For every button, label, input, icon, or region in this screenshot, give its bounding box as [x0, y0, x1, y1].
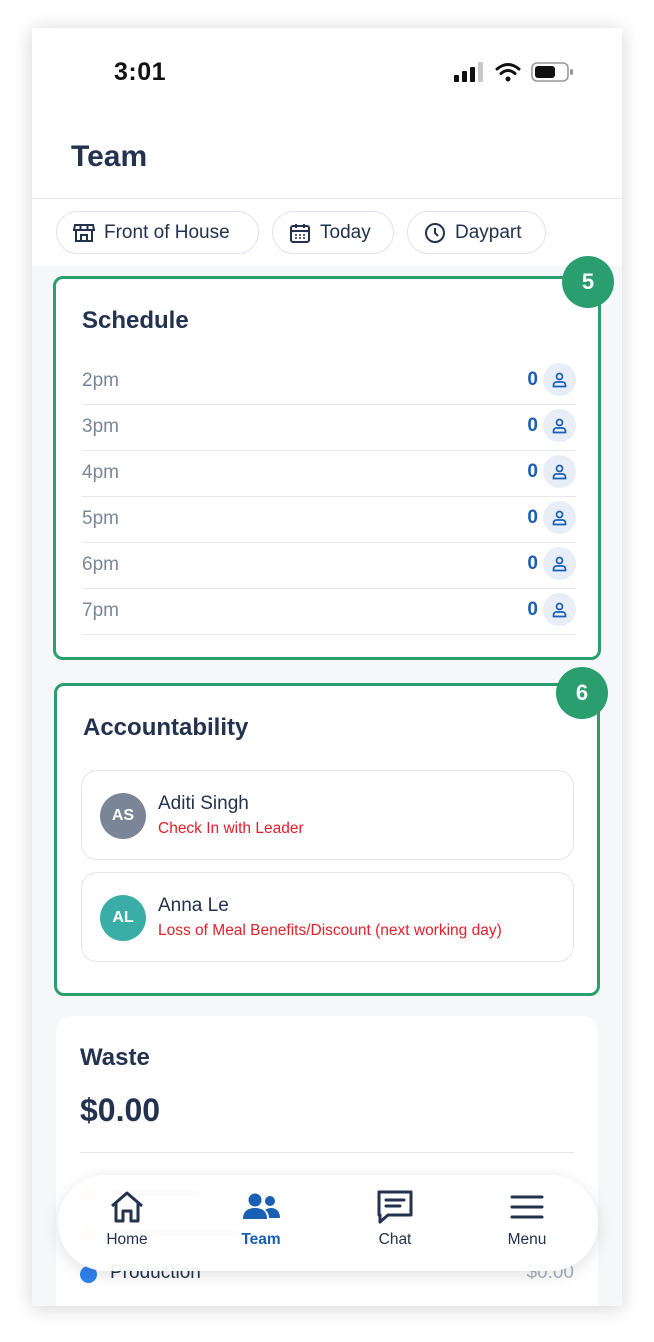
- nav-menu[interactable]: Menu: [472, 1189, 582, 1261]
- nav-chat-label: Chat: [378, 1231, 412, 1248]
- phone-screen: 3:01 Team Front of House Today Daypart S…: [32, 28, 622, 1306]
- chat-icon: [377, 1190, 413, 1224]
- waste-title: Waste: [80, 1044, 150, 1071]
- avatar: AL: [100, 895, 146, 941]
- wifi-icon: [495, 63, 521, 82]
- store-icon: [73, 223, 95, 242]
- battery-icon: [531, 62, 573, 82]
- staff-button[interactable]: [543, 409, 576, 442]
- employee-name: Aditi Singh: [158, 793, 249, 814]
- schedule-time: 4pm: [82, 462, 119, 483]
- nav-menu-label: Menu: [507, 1231, 547, 1248]
- date-filter-chip[interactable]: Today: [272, 211, 394, 254]
- team-icon: [243, 1193, 280, 1219]
- schedule-time: 6pm: [82, 554, 119, 575]
- schedule-row: 3pm 0: [82, 405, 576, 451]
- daypart-filter-chip[interactable]: Daypart: [407, 211, 546, 254]
- step-badge-6: 6: [556, 667, 608, 719]
- nav-home-label: Home: [106, 1231, 148, 1248]
- schedule-row: 5pm 0: [82, 497, 576, 543]
- schedule-row: 2pm 0: [82, 359, 576, 405]
- accountability-card: Accountability AS Aditi Singh Check In w…: [54, 683, 600, 996]
- staff-button[interactable]: [543, 547, 576, 580]
- staff-button[interactable]: [543, 501, 576, 534]
- nav-home[interactable]: Home: [72, 1189, 182, 1261]
- schedule-time: 7pm: [82, 600, 119, 621]
- staff-button[interactable]: [543, 593, 576, 626]
- schedule-count: 0: [527, 507, 538, 528]
- location-filter-label: Front of House: [104, 221, 230, 243]
- schedule-time: 2pm: [82, 370, 119, 391]
- signal-icon: [454, 62, 483, 82]
- person-icon: [552, 418, 567, 434]
- person-icon: [552, 556, 567, 572]
- bottom-nav: Home Team Chat Menu: [58, 1175, 598, 1271]
- schedule-time: 3pm: [82, 416, 119, 437]
- schedule-count: 0: [527, 553, 538, 574]
- schedule-time: 5pm: [82, 508, 119, 529]
- schedule-count: 0: [527, 415, 538, 436]
- step-badge-5: 5: [562, 256, 614, 308]
- daypart-filter-label: Daypart: [455, 221, 522, 243]
- employee-name: Anna Le: [158, 895, 229, 916]
- schedule-count: 0: [527, 461, 538, 482]
- accountability-note: Check In with Leader: [158, 820, 304, 837]
- accountability-item[interactable]: AS Aditi Singh Check In with Leader: [81, 770, 574, 860]
- person-icon: [552, 510, 567, 526]
- avatar: AS: [100, 793, 146, 839]
- location-filter-chip[interactable]: Front of House: [56, 211, 259, 254]
- page-title: Team: [71, 140, 148, 173]
- person-icon: [552, 464, 567, 480]
- menu-icon: [510, 1195, 544, 1219]
- nav-team-label: Team: [241, 1231, 281, 1248]
- nav-chat[interactable]: Chat: [340, 1189, 450, 1261]
- accountability-note: Loss of Meal Benefits/Discount (next wor…: [158, 922, 502, 939]
- clock-icon: [425, 222, 445, 243]
- accountability-item[interactable]: AL Anna Le Loss of Meal Benefits/Discoun…: [81, 872, 574, 962]
- schedule-card: Schedule 2pm 0 3pm 0 4pm 0 5pm 0 6pm 0 7…: [53, 276, 601, 660]
- status-icons: [454, 62, 573, 82]
- staff-button[interactable]: [543, 363, 576, 396]
- waste-total: $0.00: [80, 1092, 161, 1128]
- schedule-row: 7pm 0: [82, 589, 576, 635]
- date-filter-label: Today: [320, 221, 371, 243]
- status-time: 3:01: [114, 58, 167, 86]
- person-icon: [552, 602, 567, 618]
- accountability-title: Accountability: [83, 714, 249, 741]
- header-divider: [32, 198, 622, 199]
- schedule-count: 0: [527, 599, 538, 620]
- schedule-row: 4pm 0: [82, 451, 576, 497]
- nav-team[interactable]: Team: [206, 1189, 316, 1261]
- schedule-count: 0: [527, 369, 538, 390]
- staff-button[interactable]: [543, 455, 576, 488]
- waste-divider: [80, 1152, 574, 1153]
- person-icon: [552, 372, 567, 388]
- schedule-row: 6pm 0: [82, 543, 576, 589]
- home-icon: [111, 1191, 143, 1223]
- schedule-title: Schedule: [82, 307, 189, 334]
- calendar-icon: [290, 223, 310, 243]
